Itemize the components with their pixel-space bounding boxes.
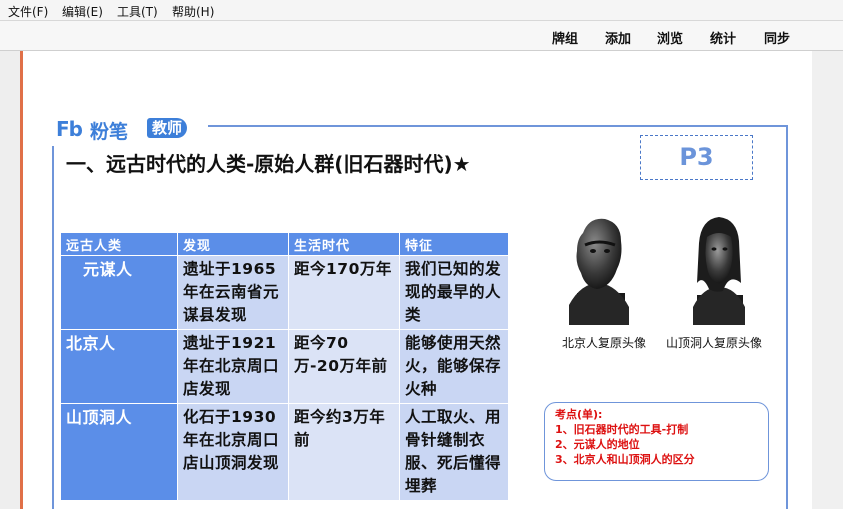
row-name: 山顶洞人: [60, 403, 178, 501]
row-discovery: 遗址于1921年在北京周口店发现: [177, 329, 289, 404]
exam-point-item: 3、北京人和山顶洞人的区分: [555, 453, 695, 466]
toolbar: 牌组 添加 浏览 统计 同步: [0, 21, 843, 51]
row-name: 北京人: [60, 329, 178, 404]
caption-peking-man: 北京人复原头像: [562, 336, 647, 350]
row-discovery: 遗址于1965年在云南省元谋县发现: [177, 255, 289, 330]
table-header-row: 远古人类 发现 生活时代 特征: [60, 232, 509, 256]
menu-tools[interactable]: 工具(T): [117, 3, 158, 20]
upper-cave-man-bust-image: [693, 217, 745, 325]
browse-button[interactable]: 浏览: [657, 28, 683, 47]
menu-edit[interactable]: 编辑(E): [62, 3, 103, 20]
logo-name: 粉笔: [90, 121, 129, 143]
stats-button[interactable]: 统计: [710, 28, 736, 47]
add-button[interactable]: 添加: [605, 28, 631, 47]
frame-line-right: [786, 125, 788, 509]
column-header: 远古人类: [60, 232, 178, 256]
exam-points-title: 考点(单):: [555, 408, 603, 421]
exam-point-item: 1、旧石器时代的工具-打制: [555, 423, 689, 436]
logo-mark: Fb: [56, 117, 83, 141]
column-header: 生活时代: [288, 232, 400, 256]
row-feature: 我们已知的发现的最早的人类: [399, 255, 509, 330]
page-number: P3: [640, 135, 753, 180]
ancient-humans-table: 远古人类 发现 生活时代 特征 元谋人 遗址于1965年在云南省元谋县发现 距今…: [60, 232, 509, 501]
table-row: 山顶洞人 化石于1930年在北京周口店山顶洞发现 距今约3万年前 人工取火、用骨…: [60, 403, 509, 501]
row-feature: 能够使用天然火，能够保存火种: [399, 329, 509, 404]
page-title: 一、远古时代的人类-原始人群(旧石器时代)★: [66, 152, 471, 176]
row-era: 距今70万-20万年前: [288, 329, 400, 404]
side-gutter: [809, 51, 843, 509]
card-page: Fb 粉笔 教师 一、远古时代的人类-原始人群(旧石器时代)★ P3 远古人类 …: [20, 51, 812, 509]
menu-file[interactable]: 文件(F): [8, 3, 48, 20]
row-feature: 人工取火、用骨针缝制衣服、死后懂得埋葬: [399, 403, 509, 501]
table-row: 元谋人 遗址于1965年在云南省元谋县发现 距今170万年 我们已知的发现的最早…: [60, 255, 509, 330]
caption-upper-cave-man: 山顶洞人复原头像: [666, 336, 763, 350]
row-discovery: 化石于1930年在北京周口店山顶洞发现: [177, 403, 289, 501]
frame-line-left: [52, 146, 54, 509]
exam-points-box: 考点(单): 1、旧石器时代的工具-打制 2、元谋人的地位 3、北京人和山顶洞人…: [544, 402, 769, 481]
exam-point-item: 2、元谋人的地位: [555, 438, 640, 451]
column-header: 特征: [399, 232, 509, 256]
row-name: 元谋人: [60, 255, 178, 330]
sync-button[interactable]: 同步: [764, 28, 790, 47]
peking-man-bust-image: [569, 218, 629, 325]
row-era: 距今170万年: [288, 255, 400, 330]
row-era: 距今约3万年前: [288, 403, 400, 501]
menu-bar: 文件(F) 编辑(E) 工具(T) 帮助(H): [0, 0, 843, 21]
table-row: 北京人 遗址于1921年在北京周口店发现 距今70万-20万年前 能够使用天然火…: [60, 329, 509, 404]
column-header: 发现: [177, 232, 289, 256]
frame-line-top: [208, 125, 786, 127]
menu-help[interactable]: 帮助(H): [172, 3, 214, 20]
decks-button[interactable]: 牌组: [552, 28, 578, 47]
logo-badge: 教师: [147, 118, 188, 138]
